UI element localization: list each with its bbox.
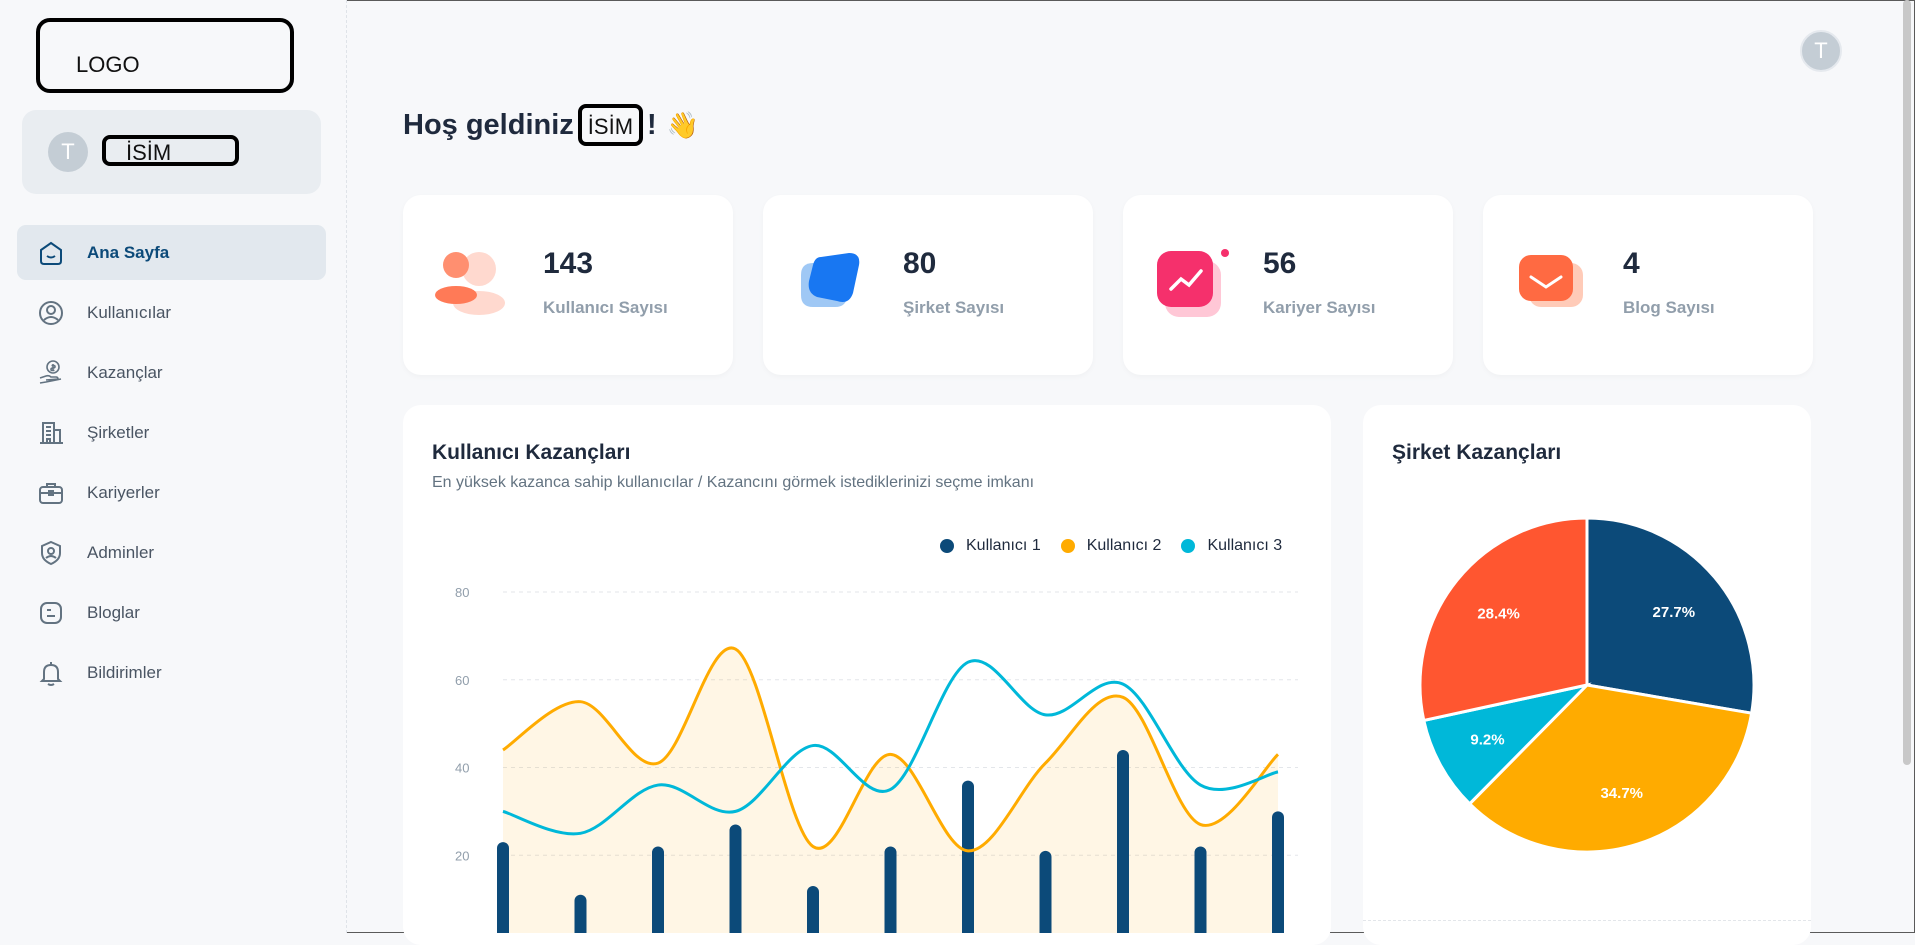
stat-label: Kariyer Sayısı (1263, 298, 1376, 317)
stat-label: Blog Sayısı (1623, 298, 1715, 317)
sidebar-item-label: Şirketler (87, 423, 150, 442)
sidebar-item-bildirimler[interactable]: Bildirimler (17, 645, 326, 700)
legend-item[interactable]: Kullanıcı 3 (1181, 537, 1282, 555)
career-chart-icon (1157, 249, 1229, 317)
sidebar-item-label: Ana Sayfa (87, 243, 170, 262)
sidebar-nav: Ana Sayfa Kullanıcılar Kazançlar Şirketl… (17, 225, 326, 705)
user-circle-icon (39, 301, 63, 325)
stat-label: Kullanıcı Sayısı (543, 298, 668, 317)
welcome-name: İSİM (577, 104, 644, 146)
chart-title: Kullanıcı Kazançları (432, 441, 631, 464)
account-avatar[interactable]: T (1800, 30, 1842, 72)
welcome-prefix: Hoş geldiniz (403, 108, 574, 141)
bar-kullanici-1 (1194, 846, 1207, 933)
avatar: T (48, 132, 88, 172)
bar-kullanici-1 (962, 780, 974, 933)
sidebar-item-kariyerler[interactable]: Kariyerler (17, 465, 326, 520)
sidebar-item-label: Bildirimler (87, 663, 162, 682)
legend-dot (1060, 539, 1075, 553)
bar-kullanici-1 (497, 842, 509, 933)
sidebar-item-sirketler[interactable]: Şirketler (17, 405, 326, 460)
briefcase-icon (39, 483, 63, 504)
shield-user-icon (41, 540, 61, 566)
company-icon (801, 253, 860, 307)
sidebar-item-label: Kariyerler (87, 483, 160, 502)
stat-label: Şirket Sayısı (903, 298, 1005, 317)
pie-slice-label: 9.2% (1470, 732, 1504, 749)
bar-kullanici-1 (807, 885, 819, 933)
bar-kullanici-1 (1117, 749, 1129, 933)
user-name-box: İSİM (102, 135, 239, 166)
legend-item[interactable]: Kullanıcı 1 (940, 537, 1041, 555)
bell-icon (39, 662, 63, 686)
y-tick-label: 80 (455, 585, 469, 600)
chart-title: Şirket Kazançları (1392, 441, 1562, 464)
legend-item[interactable]: Kullanıcı 2 (1060, 537, 1162, 555)
pie-slice-label: 34.7% (1600, 785, 1643, 802)
stat-value: 4 (1623, 247, 1640, 280)
logo[interactable]: LOGO (36, 18, 294, 93)
sidebar-item-bloglar[interactable]: Bloglar (17, 585, 326, 640)
bar-kullanici-1 (1272, 811, 1284, 933)
blog-icon (40, 602, 62, 624)
bar-kullanici-1 (1039, 850, 1052, 933)
sidebar-item-ana-sayfa[interactable]: Ana Sayfa (17, 225, 326, 280)
stat-value: 56 (1263, 247, 1297, 280)
legend-label: Kullanıcı 2 (1086, 537, 1162, 554)
sidebar-item-kullanicilar[interactable]: Kullanıcılar (17, 285, 326, 340)
blog-mail-icon (1519, 255, 1583, 307)
legend-label: Kullanıcı 1 (966, 537, 1041, 554)
pie-slice-label: 27.7% (1653, 604, 1696, 621)
pie-slice-label: 28.4% (1477, 606, 1520, 623)
money-hand-icon (39, 360, 62, 384)
logo-text: LOGO (76, 52, 140, 77)
chart-legend: Kullanıcı 1 Kullanıcı 2 Kullanıcı 3 (940, 537, 1302, 555)
sidebar-item-label: Bloglar (87, 603, 140, 622)
sidebar-item-label: Adminler (87, 543, 155, 562)
profile-card[interactable]: T İSİM (22, 110, 321, 194)
bar-kullanici-1 (652, 846, 664, 933)
scrollbar[interactable] (1903, 0, 1911, 765)
sidebar-item-label: Kullanıcılar (87, 303, 172, 322)
company-earnings-pie: 27.7% 34.7% 9.2% 28.4% (1418, 516, 1756, 854)
user-earnings-chart: 20 40 60 80 (455, 585, 1298, 933)
welcome-suffix: ! (647, 108, 657, 141)
y-tick-label: 40 (455, 761, 469, 776)
y-tick-label: 20 (455, 848, 469, 863)
sidebar-item-adminler[interactable]: Adminler (17, 525, 326, 580)
user-name: İSİM (126, 140, 172, 165)
bar-kullanici-1 (729, 824, 742, 933)
legend-dot (940, 539, 954, 553)
sidebar: LOGO T İSİM Ana Sayfa Kullanıcılar Kazan… (0, 0, 347, 933)
page-title: Hoş geldiniz İSİM ! 👋 (403, 104, 699, 146)
legend-label: Kullanıcı 3 (1207, 537, 1283, 554)
stat-value: 80 (903, 247, 937, 280)
users-icon (435, 252, 505, 315)
stat-value: 143 (543, 247, 594, 280)
divider (1363, 920, 1811, 921)
y-tick-label: 60 (455, 673, 469, 688)
wave-icon: 👋 (666, 109, 700, 140)
sidebar-item-kazanclar[interactable]: Kazançlar (17, 345, 326, 400)
stat-card-blogs: 4 Blog Sayısı (1483, 195, 1813, 375)
bar-kullanici-1 (574, 894, 587, 933)
building-icon (40, 422, 63, 444)
bar-kullanici-1 (884, 846, 897, 933)
legend-dot (1181, 539, 1196, 553)
home-icon (40, 241, 62, 265)
stat-card-careers: 56 Kariyer Sayısı (1123, 195, 1453, 375)
stat-card-users: 143 Kullanıcı Sayısı (403, 195, 733, 375)
stat-card-companies: 80 Şirket Sayısı (763, 195, 1093, 375)
chart-subtitle: En yüksek kazanca sahip kullanıcılar / K… (432, 474, 1035, 491)
sidebar-item-label: Kazançlar (87, 363, 163, 382)
